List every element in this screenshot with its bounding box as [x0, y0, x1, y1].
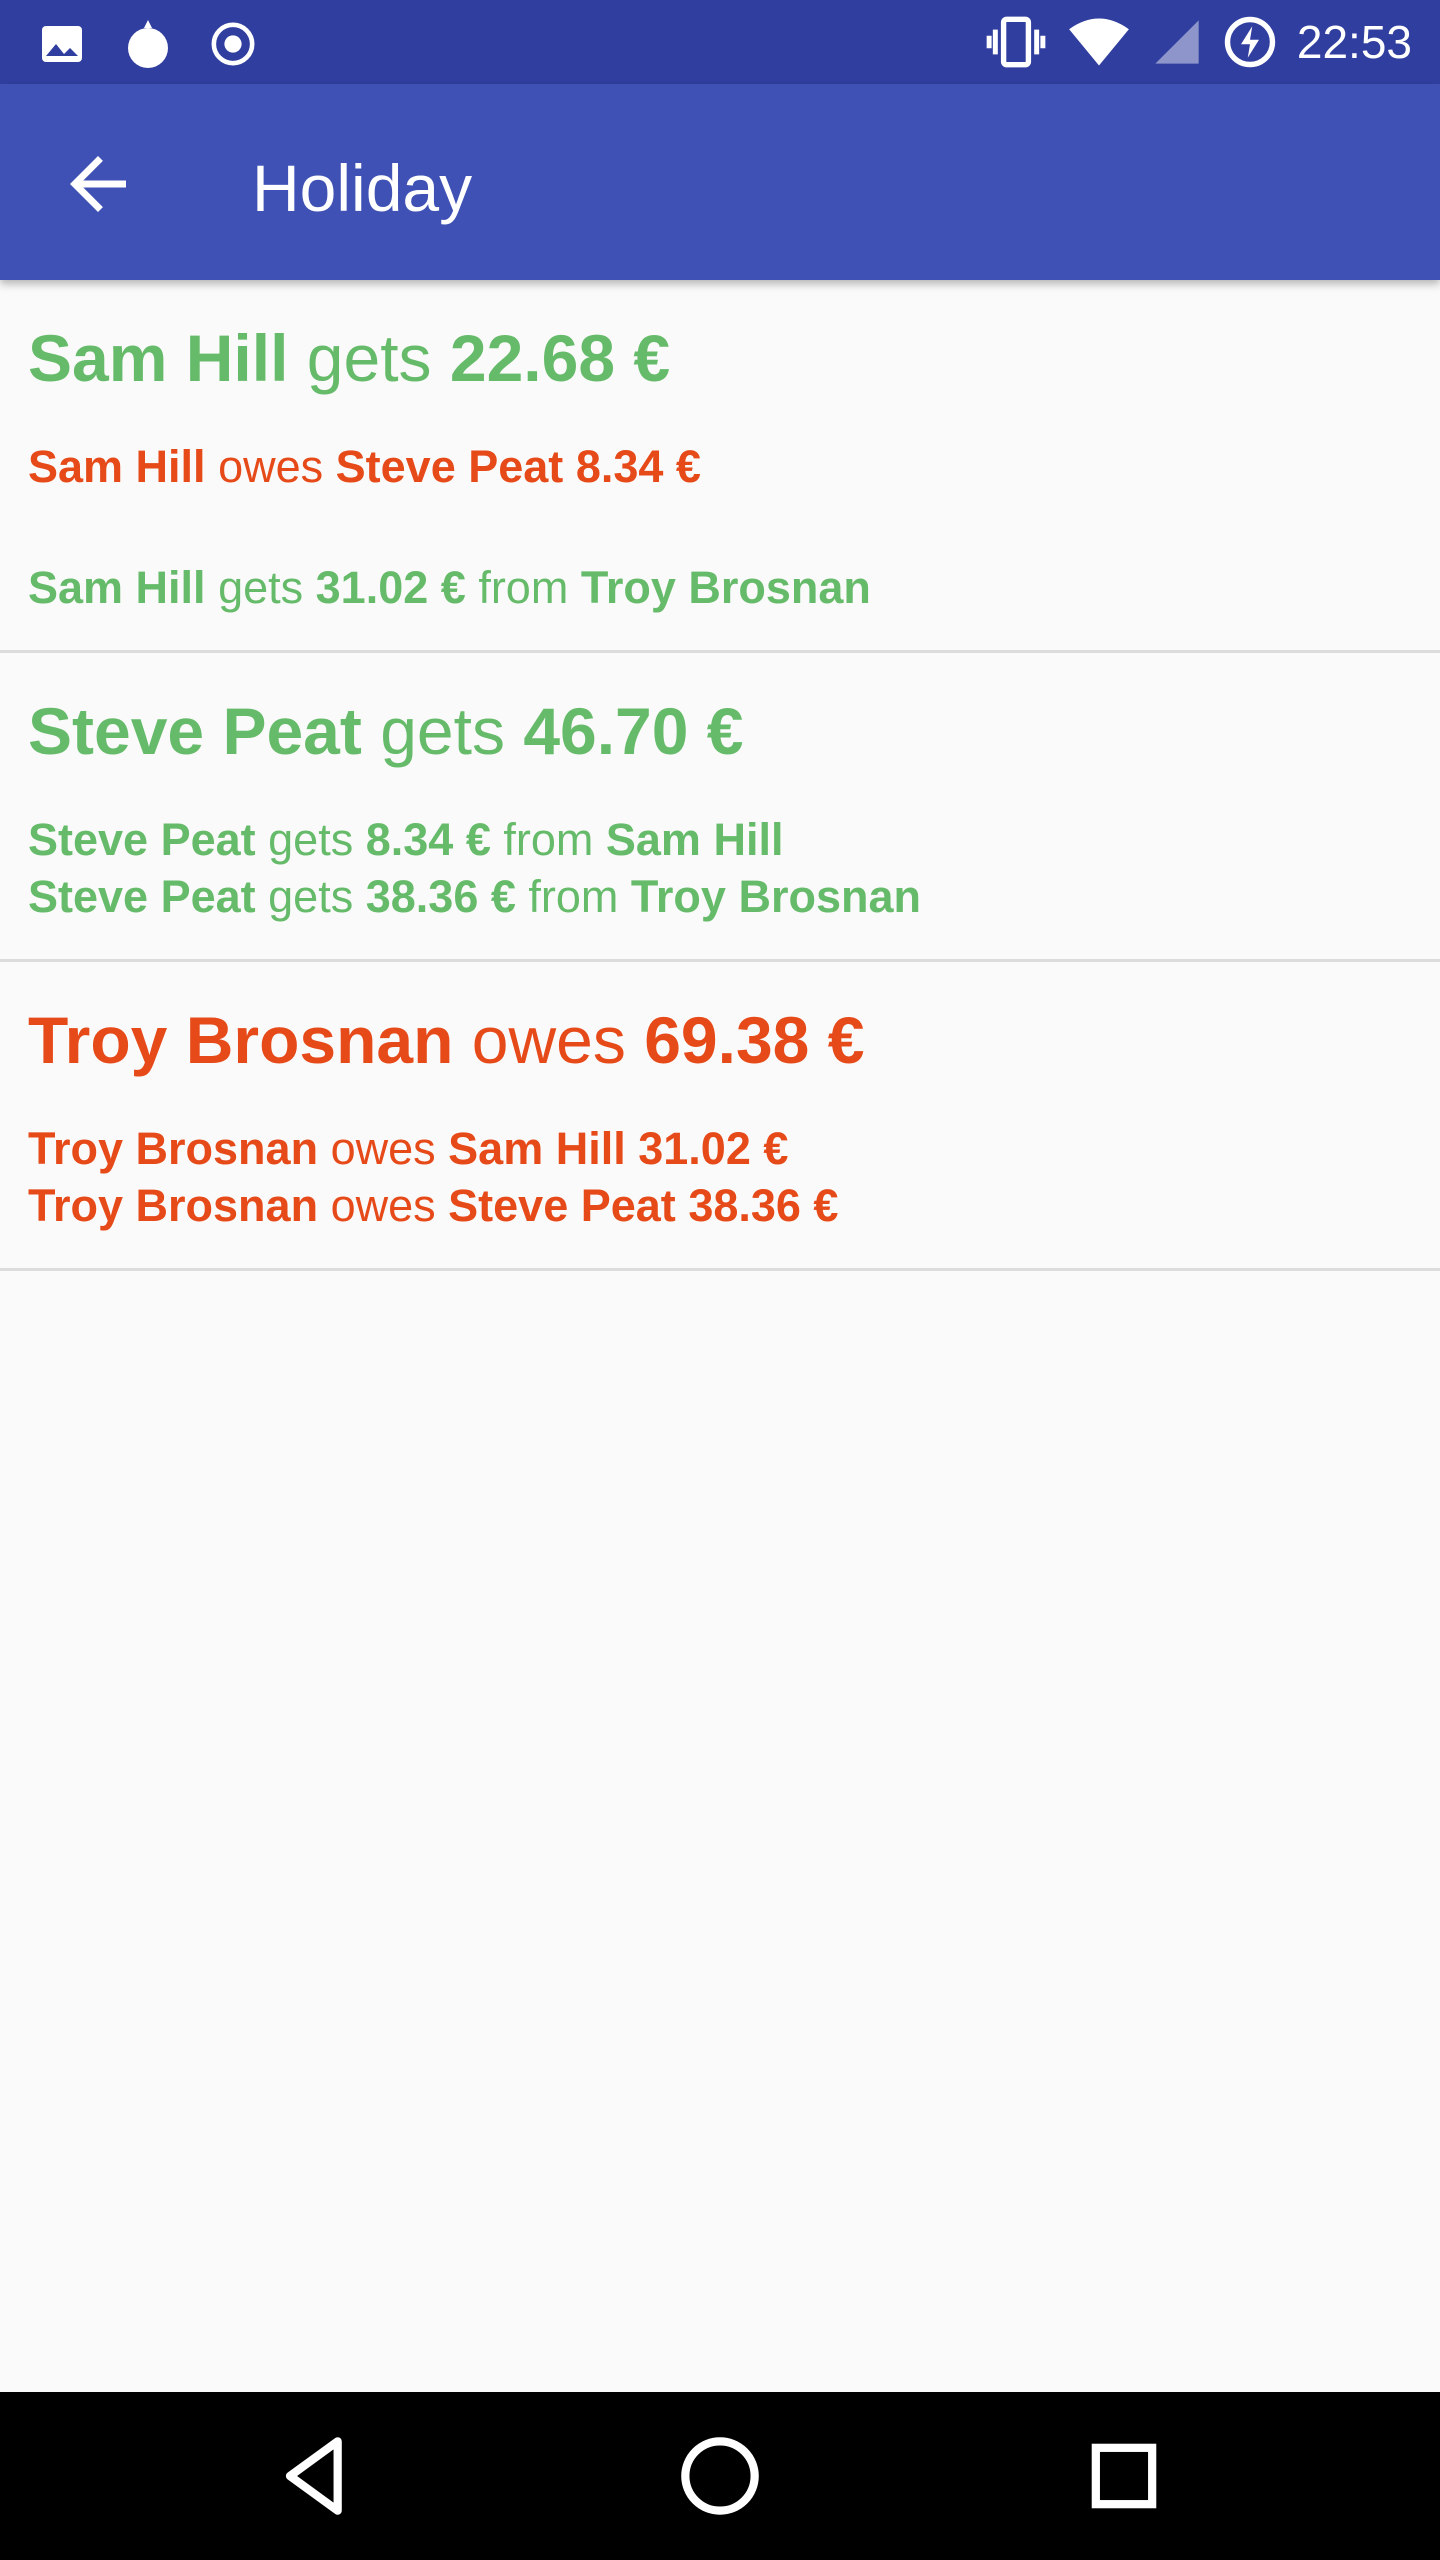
credit-line: Steve Peat gets 38.36 € from Troy Brosna… — [28, 868, 1412, 925]
battery-charging-icon — [1223, 15, 1277, 69]
back-triangle-icon — [264, 2437, 368, 2532]
balance-summary: Sam Hill gets 22.68 € — [28, 318, 1412, 398]
debt-verb: owes — [330, 1180, 436, 1231]
pomegranate-icon — [124, 18, 172, 70]
creditor-name: Steve Peat — [335, 441, 564, 492]
home-circle-icon — [668, 2437, 772, 2532]
balance-summary: Troy Brosnan owes 69.38 € — [28, 1000, 1412, 1080]
debt-line: Troy Brosnan owes Steve Peat 38.36 € — [28, 1177, 1412, 1234]
from-word: from — [528, 871, 619, 922]
debt-amount: 8.34 € — [575, 441, 701, 492]
balance-verb: gets — [306, 321, 432, 395]
debtor-name: Troy Brosnan — [630, 871, 921, 922]
debt-amount: 31.02 € — [638, 1123, 789, 1174]
balance-verb: owes — [471, 1003, 626, 1077]
app-bar: Holiday — [0, 84, 1440, 280]
clock: 22:53 — [1296, 16, 1412, 68]
balance-amount: 69.38 € — [644, 1003, 865, 1077]
image-icon — [38, 20, 86, 68]
record-icon — [210, 21, 256, 67]
creditor-name: Steve Peat — [28, 871, 256, 922]
page-title: Holiday — [252, 151, 473, 225]
credit-line: Sam Hill gets 31.02 € from Troy Brosnan — [28, 559, 1412, 616]
person-name: Sam Hill — [28, 321, 289, 395]
credit-amount: 8.34 € — [365, 814, 491, 865]
debtor-name: Sam Hill — [605, 814, 784, 865]
balance-summary: Steve Peat gets 46.70 € — [28, 691, 1412, 771]
credit-amount: 31.02 € — [315, 562, 466, 613]
debtor-name: Troy Brosnan — [580, 562, 871, 613]
status-bar: 22:53 — [0, 0, 1440, 84]
from-word: from — [478, 562, 569, 613]
debt-line: Sam Hill owes Steve Peat 8.34 € — [28, 438, 1412, 495]
arrow-back-icon — [56, 156, 140, 230]
credit-line: Steve Peat gets 8.34 € from Sam Hill — [28, 811, 1412, 868]
settlement-list: Sam Hill gets 22.68 € Sam Hill owes Stev… — [0, 280, 1440, 1271]
debt-verb: owes — [330, 1123, 436, 1174]
debtor-name: Troy Brosnan — [28, 1123, 319, 1174]
nav-recents-button[interactable] — [1072, 2424, 1176, 2528]
debtor-name: Troy Brosnan — [28, 1180, 319, 1231]
debt-amount: 38.36 € — [688, 1180, 839, 1231]
credit-verb: gets — [268, 871, 354, 922]
credit-amount: 38.36 € — [365, 871, 516, 922]
credit-verb: gets — [268, 814, 354, 865]
settlement-card-troy-brosnan[interactable]: Troy Brosnan owes 69.38 € Troy Brosnan o… — [0, 962, 1440, 1271]
creditor-name: Steve Peat — [448, 1180, 676, 1231]
creditor-name: Steve Peat — [28, 814, 256, 865]
person-name: Steve Peat — [28, 694, 362, 768]
from-word: from — [503, 814, 594, 865]
vibrate-icon — [985, 14, 1047, 70]
balance-verb: gets — [380, 694, 505, 768]
wifi-icon — [1067, 16, 1131, 68]
creditor-name: Sam Hill — [448, 1123, 626, 1174]
debt-line: Troy Brosnan owes Sam Hill 31.02 € — [28, 1120, 1412, 1177]
balance-amount: 46.70 € — [523, 694, 744, 768]
signal-icon — [1151, 16, 1203, 68]
settlement-card-sam-hill[interactable]: Sam Hill gets 22.68 € Sam Hill owes Stev… — [0, 280, 1440, 653]
balance-amount: 22.68 € — [449, 321, 671, 395]
debtor-name: Sam Hill — [28, 441, 206, 492]
navigation-bar — [0, 2392, 1440, 2560]
recents-square-icon — [1072, 2443, 1176, 2532]
nav-home-button[interactable] — [668, 2424, 772, 2528]
nav-back-button[interactable] — [264, 2424, 368, 2528]
creditor-name: Sam Hill — [28, 562, 206, 613]
settlement-card-steve-peat[interactable]: Steve Peat gets 46.70 € Steve Peat gets … — [0, 653, 1440, 962]
back-button[interactable] — [56, 142, 140, 226]
credit-verb: gets — [218, 562, 304, 613]
debt-verb: owes — [218, 441, 324, 492]
person-name: Troy Brosnan — [28, 1003, 454, 1077]
